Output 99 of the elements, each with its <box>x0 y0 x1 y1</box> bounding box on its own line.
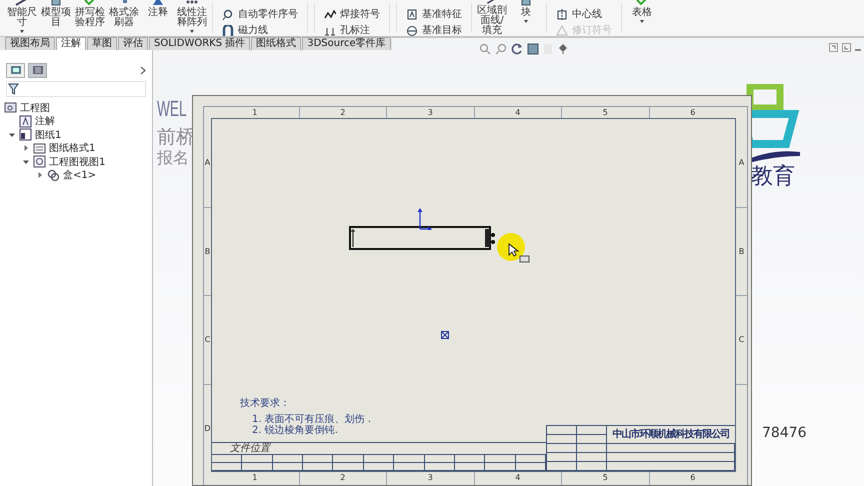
table-cell <box>577 435 607 444</box>
ribbon-button[interactable]: 自动零件序号 <box>222 9 298 21</box>
feature-tree-icon <box>10 65 22 75</box>
tile-window-icon[interactable] <box>829 43 838 52</box>
background-text: 报名 <box>157 148 189 169</box>
target-icon <box>406 25 418 36</box>
table-cell <box>577 462 607 471</box>
zone-label: B <box>736 206 747 295</box>
weld-icon <box>324 9 336 21</box>
lighting-icon[interactable] <box>557 43 569 55</box>
zone-label: 2 <box>298 107 386 118</box>
table-cell <box>577 444 607 453</box>
zone-label: 3 <box>386 472 474 485</box>
sheet-format-icon <box>33 142 46 155</box>
ribbon-button[interactable]: 模型项目 <box>40 0 72 36</box>
file-location-label: 文件位置 <box>230 443 270 454</box>
tree-item[interactable]: 工程图 <box>20 100 50 115</box>
background-text: 前桥 <box>157 125 195 150</box>
panel-tab[interactable] <box>28 62 47 78</box>
filter-icon <box>8 83 19 95</box>
annotation-icon <box>19 114 32 128</box>
property-list-icon <box>32 65 44 75</box>
chevron-icon[interactable] <box>140 66 146 74</box>
zone-label: 2 <box>298 472 386 485</box>
ribbon-button[interactable]: 拼写检验程序 <box>74 0 106 36</box>
zone-label: 4 <box>474 107 561 118</box>
magnet-icon <box>222 25 234 36</box>
ribbon-button[interactable]: 焊接符号 <box>324 9 380 21</box>
note-text: 2. 锐边棱角要倒钝. <box>251 425 339 436</box>
ribbon-tab[interactable]: 视图布局 <box>5 37 55 50</box>
datum-icon <box>406 9 418 21</box>
ribbon-button[interactable]: 区域剖面线/填充 <box>476 0 508 36</box>
tree-item[interactable]: 工程图视图1 <box>49 154 106 169</box>
ribbon-button[interactable]: 线性注释阵列 <box>176 0 208 36</box>
contact-number: 78476 <box>762 425 807 441</box>
centerline-icon <box>556 9 568 21</box>
zone-label: 6 <box>648 472 736 485</box>
ribbon-tab[interactable]: SOLIDWORKS 插件 <box>149 37 250 50</box>
caret-icon[interactable] <box>524 20 528 23</box>
ribbon-button[interactable]: 中心线 <box>556 9 612 21</box>
part-icon <box>47 168 60 182</box>
sheet-icon <box>19 128 32 142</box>
zone-label: C <box>204 295 211 384</box>
ribbon-button[interactable]: 磁力线 <box>222 25 298 36</box>
caret-icon[interactable] <box>20 30 24 33</box>
coordinate-axes-icon <box>416 208 432 230</box>
zone-label: 3 <box>386 107 474 118</box>
zone-label: 4 <box>474 472 561 485</box>
caret-icon[interactable] <box>190 30 194 33</box>
ribbon-button[interactable]: 基准特征 <box>406 9 462 21</box>
zone-label: 1 <box>251 107 258 118</box>
expand-arrow-icon[interactable] <box>36 171 44 180</box>
tree-item[interactable]: 图纸1 <box>35 128 62 142</box>
zone-label: 6 <box>648 107 736 118</box>
zone-label: A <box>204 156 211 169</box>
company-name: 中山市环顺机械科技有限公司 <box>607 426 735 444</box>
ribbon-button[interactable]: 智能尺寸 <box>6 0 38 36</box>
zone-label: 1 <box>251 472 258 484</box>
caret-icon[interactable] <box>640 20 644 23</box>
zoom-area-icon[interactable] <box>495 43 507 55</box>
ribbon-tab[interactable]: 注解 <box>56 37 86 50</box>
zone-label: C <box>736 295 747 384</box>
hole-icon <box>324 25 336 36</box>
display-style-icon[interactable] <box>527 43 539 55</box>
tree-item[interactable]: 盒<1> <box>63 168 96 182</box>
zone-label: D <box>204 384 211 472</box>
background-text: WEL <box>157 96 187 122</box>
ribbon-tab[interactable]: 图纸格式 <box>251 37 302 50</box>
note-text: 1. 表面不可有压痕、划伤 . <box>251 414 372 425</box>
ribbon-tab[interactable]: 3DSource零件库 <box>302 37 391 50</box>
ribbon-button[interactable]: 孔标注 <box>324 25 380 36</box>
drawing-view-icon <box>33 155 46 168</box>
expand-arrow-icon[interactable] <box>22 144 30 152</box>
rotate-icon[interactable] <box>511 43 523 55</box>
tree-item[interactable]: 图纸格式1 <box>49 141 96 156</box>
notes-title: 技术要求： <box>240 398 291 409</box>
collapse-arrow-icon[interactable] <box>22 158 30 166</box>
ribbon-tab[interactable]: 评估 <box>118 37 148 50</box>
drawing-icon <box>4 101 17 114</box>
zoom-fit-icon[interactable] <box>479 43 491 55</box>
panel-tab[interactable] <box>6 62 25 78</box>
ribbon-button[interactable]: 格式涂刷器 <box>108 0 140 36</box>
ribbon-button[interactable]: 块 <box>510 0 542 36</box>
pointer-icon <box>508 243 530 263</box>
tile-window-icon[interactable] <box>842 43 851 52</box>
ribbon-button[interactable]: 基准目标 <box>406 25 462 36</box>
center-mark-icon <box>441 331 449 339</box>
zone-label: 5 <box>561 472 648 485</box>
zone-label: B <box>204 206 211 295</box>
ribbon-tab[interactable]: 草图 <box>87 37 117 50</box>
ribbon-button[interactable]: 表格 <box>626 0 658 36</box>
tree-item[interactable]: 注解 <box>35 114 55 128</box>
ribbon-button[interactable]: 注释 <box>142 0 174 36</box>
zone-label: 5 <box>561 107 648 118</box>
zone-label: A <box>738 156 746 169</box>
table-cell <box>577 453 607 462</box>
filter-field[interactable] <box>6 81 146 97</box>
logo-text: 教育 <box>751 163 795 191</box>
collapse-arrow-icon[interactable] <box>8 130 16 139</box>
